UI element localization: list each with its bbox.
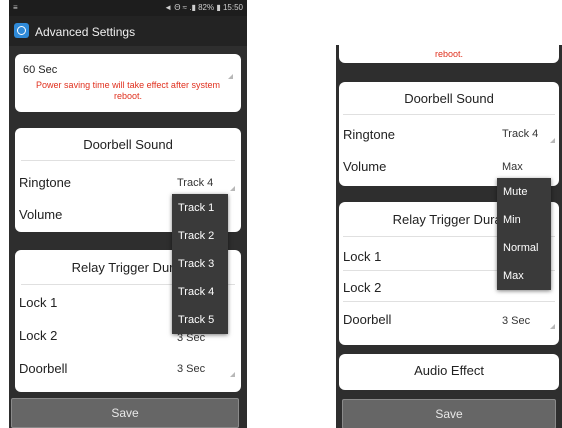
dropdown-corner-icon bbox=[230, 372, 235, 377]
ringtone-label: Ringtone bbox=[19, 175, 72, 190]
dropdown-corner-icon bbox=[230, 186, 235, 191]
power-saving-card: reboot. bbox=[339, 45, 559, 63]
power-saving-note: Power saving time will take effect after… bbox=[36, 80, 220, 101]
save-button[interactable]: Save bbox=[11, 398, 239, 428]
lock1-label: Lock 1 bbox=[19, 295, 58, 310]
divider bbox=[21, 160, 235, 161]
dropdown-corner-icon bbox=[550, 138, 555, 143]
doorbell-select[interactable]: 3 Sec bbox=[177, 363, 205, 375]
lock2-label: Lock 2 bbox=[343, 280, 382, 295]
app-logo-icon bbox=[14, 23, 29, 38]
ringtone-select[interactable]: Track 4 bbox=[502, 128, 538, 140]
power-saving-value[interactable]: 60 Sec bbox=[23, 64, 57, 76]
dropdown-corner-icon bbox=[228, 74, 233, 79]
doorbell-select[interactable]: 3 Sec bbox=[502, 315, 530, 327]
status-battery-time: ◄ Θ ≈ .▮ 82% ▮ 15:50 bbox=[164, 3, 243, 12]
power-saving-note: reboot. bbox=[434, 49, 464, 59]
doorbell-sound-card: Doorbell Sound Ringtone Track 4 Volume M… bbox=[339, 82, 559, 186]
status-bar: ≡ ◄ Θ ≈ .▮ 82% ▮ 15:50 bbox=[9, 0, 247, 16]
volume-label: Volume bbox=[19, 207, 63, 222]
lock1-label: Lock 1 bbox=[343, 249, 382, 264]
dropdown-corner-icon bbox=[550, 324, 555, 329]
doorbell-label: Doorbell bbox=[19, 361, 68, 376]
volume-dropdown-menu: Mute Min Normal Max bbox=[497, 178, 551, 290]
volume-option[interactable]: Mute bbox=[497, 178, 551, 206]
ringtone-option[interactable]: Track 4 bbox=[172, 278, 228, 306]
divider bbox=[343, 114, 555, 115]
ringtone-option[interactable]: Track 1 bbox=[172, 194, 228, 222]
ringtone-option[interactable]: Track 5 bbox=[172, 306, 228, 334]
card-title: Doorbell Sound bbox=[83, 137, 173, 152]
volume-label: Volume bbox=[343, 159, 387, 174]
doorbell-label: Doorbell bbox=[343, 312, 392, 327]
lock2-label: Lock 2 bbox=[19, 328, 58, 343]
ringtone-select[interactable]: Track 4 bbox=[177, 177, 213, 189]
status-icons: ≡ bbox=[13, 3, 18, 12]
ringtone-option[interactable]: Track 2 bbox=[172, 222, 228, 250]
save-button[interactable]: Save bbox=[342, 399, 556, 428]
ringtone-label: Ringtone bbox=[343, 127, 396, 142]
audio-effect-card: Audio Effect bbox=[339, 354, 559, 390]
volume-option[interactable]: Min bbox=[497, 206, 551, 234]
card-title: Audio Effect bbox=[414, 363, 484, 378]
ringtone-option[interactable]: Track 3 bbox=[172, 250, 228, 278]
divider bbox=[343, 301, 555, 302]
volume-select[interactable]: Max bbox=[502, 161, 523, 173]
volume-option[interactable]: Normal bbox=[497, 234, 551, 262]
left-phone-screenshot: ≡ ◄ Θ ≈ .▮ 82% ▮ 15:50 Advanced Settings… bbox=[9, 0, 247, 428]
app-bar: Advanced Settings bbox=[9, 16, 247, 46]
volume-option[interactable]: Max bbox=[497, 262, 551, 290]
power-saving-card: 60 Sec Power saving time will take effec… bbox=[15, 54, 241, 112]
ringtone-dropdown-menu: Track 1 Track 2 Track 3 Track 4 Track 5 bbox=[172, 194, 228, 334]
card-title: Doorbell Sound bbox=[404, 91, 494, 106]
right-phone-screenshot: reboot. Doorbell Sound Ringtone Track 4 … bbox=[336, 45, 562, 428]
page-title: Advanced Settings bbox=[35, 25, 136, 39]
